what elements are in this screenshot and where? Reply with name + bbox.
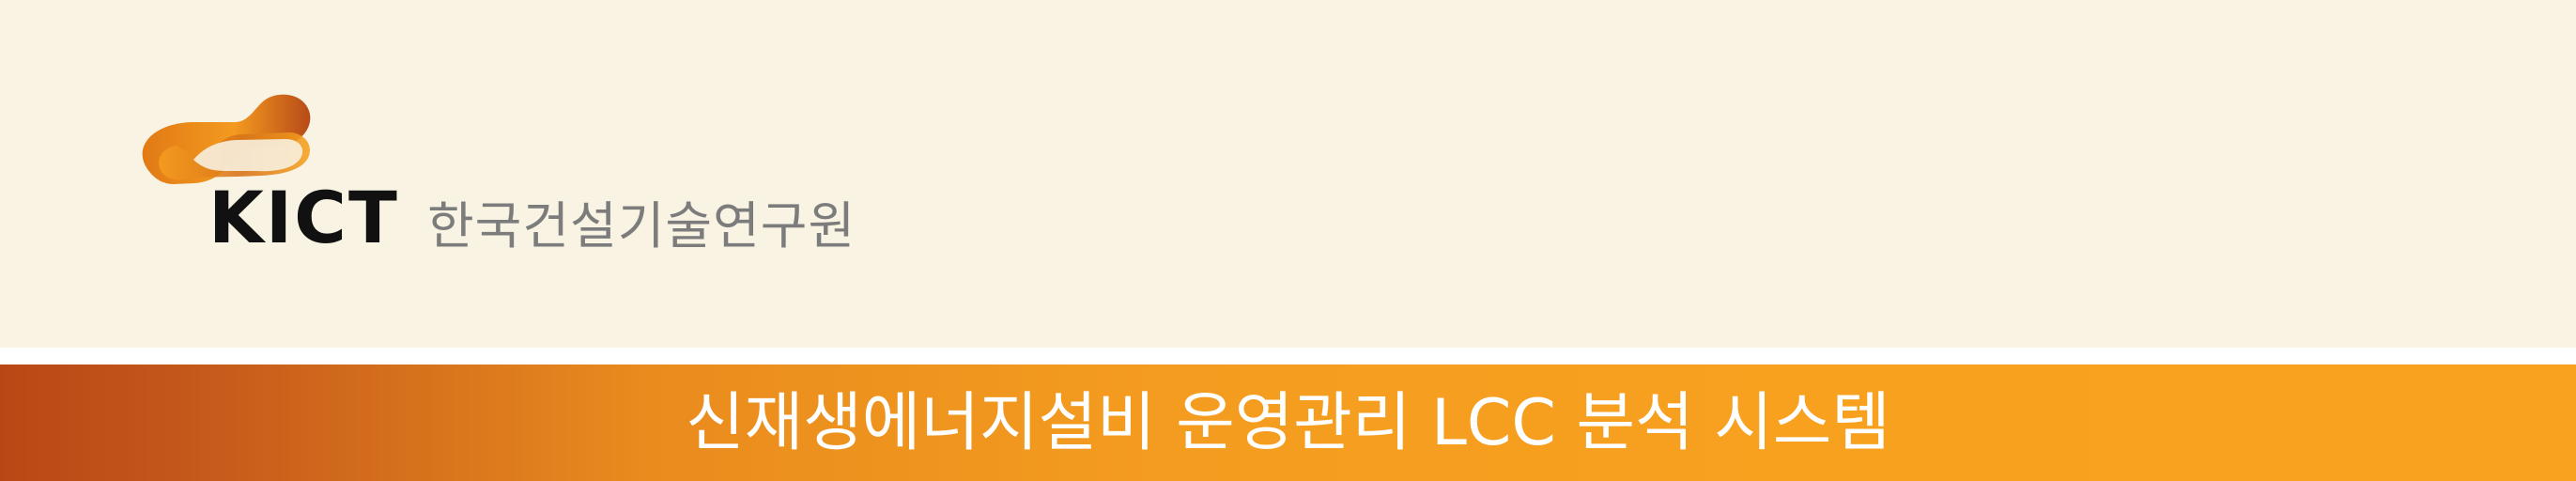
system-title-banner: 신재생에너지설비 운영관리 LCC 분석 시스템 [0, 365, 2576, 481]
header-area: KICT 한국건설기술연구원 [0, 0, 2576, 348]
header-separator [0, 348, 2576, 365]
kict-logo: KICT 한국건설기술연구원 [131, 90, 883, 259]
organization-name: 한국건설기술연구원 [427, 196, 856, 256]
page-root: KICT 한국건설기술연구원 신재생에너지설비 운영관리 LCC 분석 시스템 [0, 0, 2576, 481]
kict-wordmark: KICT [208, 176, 399, 259]
system-title: 신재생에너지설비 운영관리 LCC 분석 시스템 [686, 386, 1890, 460]
